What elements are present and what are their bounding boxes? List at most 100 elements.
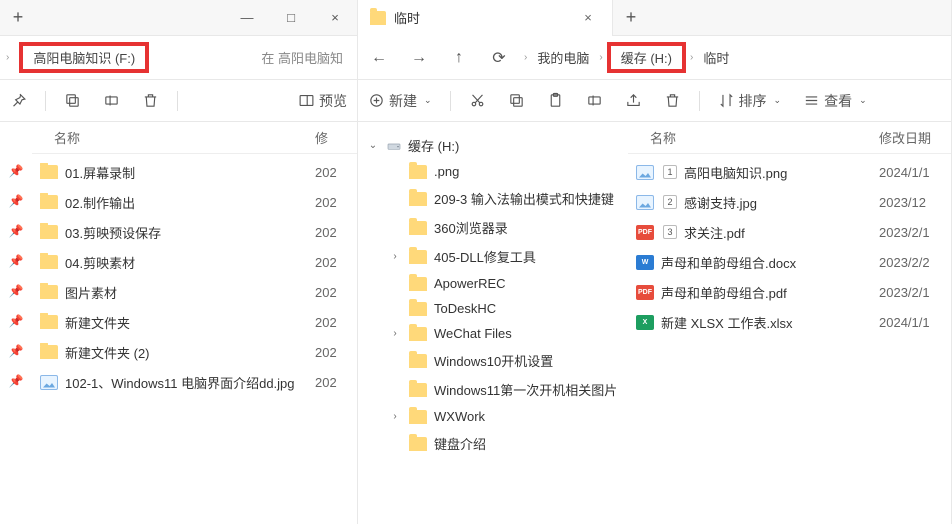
refresh-button[interactable]: ⟳ bbox=[484, 43, 514, 73]
tree-item[interactable]: 360浏览器录 bbox=[364, 213, 622, 242]
image-icon bbox=[40, 375, 58, 390]
copy-icon[interactable] bbox=[60, 92, 85, 109]
breadcrumb-folder[interactable]: 临时 bbox=[697, 45, 735, 70]
col-name[interactable]: 名称 bbox=[32, 128, 315, 147]
right-window: 临时 × + ← → ↑ ⟳ › 我的电脑 › 缓存 (H:) › 临时 新建 … bbox=[358, 0, 952, 524]
file-mod: 202 bbox=[315, 315, 357, 330]
pin-icon[interactable]: 📌 bbox=[9, 314, 24, 328]
expand-icon[interactable]: › bbox=[388, 411, 402, 422]
preview-button[interactable]: 预览 bbox=[294, 91, 351, 111]
pin-icon[interactable]: 📌 bbox=[9, 224, 24, 238]
rename-icon[interactable] bbox=[582, 92, 607, 109]
tab-close-button[interactable]: × bbox=[576, 10, 600, 25]
new-button[interactable]: 新建 ⌄ bbox=[364, 91, 436, 111]
tree-item[interactable]: › 405-DLL修复工具 bbox=[364, 242, 622, 271]
list-item[interactable]: 新建文件夹 202 bbox=[32, 307, 357, 337]
col-mod[interactable]: 修改日期 bbox=[879, 128, 951, 147]
tree-item[interactable]: 209-3 输入法输出模式和快捷键 bbox=[364, 184, 622, 213]
list-item[interactable]: 新建文件夹 (2) 202 bbox=[32, 337, 357, 367]
tree-item[interactable]: › WXWork bbox=[364, 404, 622, 429]
pin-icon[interactable]: 📌 bbox=[9, 284, 24, 298]
breadcrumb-drive[interactable]: 高阳电脑知识 (F:) bbox=[19, 42, 149, 73]
folder-icon bbox=[409, 302, 427, 316]
pin-icon[interactable]: 📌 bbox=[9, 374, 24, 388]
up-button[interactable]: ↑ bbox=[444, 43, 474, 73]
expand-icon[interactable]: › bbox=[388, 328, 402, 339]
tab[interactable]: 临时 × bbox=[358, 0, 613, 36]
tree-item-label: ApowerREC bbox=[434, 276, 506, 291]
sort-button[interactable]: 排序 ⌄ bbox=[714, 91, 786, 111]
close-button[interactable]: × bbox=[313, 0, 357, 36]
list-item[interactable]: PDF3求关注.pdf 2023/2/1 bbox=[628, 217, 951, 247]
rename-icon[interactable] bbox=[99, 92, 124, 109]
list-item[interactable]: 1高阳电脑知识.png 2024/1/1 bbox=[628, 157, 951, 187]
file-name: 图片素材 bbox=[65, 283, 117, 302]
back-button[interactable]: ← bbox=[364, 43, 394, 73]
list-item[interactable]: 04.剪映素材 202 bbox=[32, 247, 357, 277]
file-mod: 2024/1/1 bbox=[879, 165, 951, 180]
tree-item-label: Windows10开机设置 bbox=[434, 351, 553, 370]
list-item[interactable]: 02.制作输出 202 bbox=[32, 187, 357, 217]
tree-item[interactable]: .png bbox=[364, 159, 622, 184]
folder-icon bbox=[40, 195, 58, 209]
delete-icon[interactable] bbox=[660, 92, 685, 109]
paste-icon[interactable] bbox=[543, 92, 568, 109]
maximize-button[interactable]: □ bbox=[269, 0, 313, 36]
pin-icon[interactable]: 📌 bbox=[9, 344, 24, 358]
view-label: 查看 bbox=[824, 91, 852, 111]
tree-item[interactable]: › WeChat Files bbox=[364, 321, 622, 346]
list-item[interactable]: 2感谢支持.jpg 2023/12 bbox=[628, 187, 951, 217]
folder-icon bbox=[40, 285, 58, 299]
file-mod: 202 bbox=[315, 225, 357, 240]
list-item[interactable]: W声母和单韵母组合.docx 2023/2/2 bbox=[628, 247, 951, 277]
view-button[interactable]: 查看 ⌄ bbox=[799, 91, 871, 111]
pin-icon[interactable]: 📌 bbox=[9, 164, 24, 178]
num-badge: 1 bbox=[663, 165, 677, 179]
list-item[interactable]: PDF声母和单韵母组合.pdf 2023/2/1 bbox=[628, 277, 951, 307]
share-icon[interactable] bbox=[621, 92, 646, 109]
list-item[interactable]: X新建 XLSX 工作表.xlsx 2024/1/1 bbox=[628, 307, 951, 337]
tab-bar: 临时 × + bbox=[358, 0, 951, 36]
file-name: 感谢支持.jpg bbox=[684, 193, 757, 212]
file-mod: 2024/1/1 bbox=[879, 315, 951, 330]
delete-icon[interactable] bbox=[138, 92, 163, 109]
breadcrumb-computer[interactable]: 我的电脑 bbox=[531, 45, 595, 70]
tree-item[interactable]: 键盘介绍 bbox=[364, 429, 622, 458]
tree-root-label: 缓存 (H:) bbox=[408, 136, 459, 155]
tree-item[interactable]: Windows11第一次开机相关图片 bbox=[364, 375, 622, 404]
collapse-icon[interactable]: ⌄ bbox=[366, 140, 380, 151]
pin-icon[interactable]: 📌 bbox=[9, 254, 24, 268]
tree-item[interactable]: ToDeskHC bbox=[364, 296, 622, 321]
breadcrumb: 高阳电脑知识 (F:) bbox=[19, 42, 243, 73]
tree-item-label: WXWork bbox=[434, 409, 485, 424]
pin-icon[interactable]: 📌 bbox=[9, 194, 24, 208]
list-item[interactable]: 03.剪映预设保存 202 bbox=[32, 217, 357, 247]
col-name[interactable]: 名称 bbox=[628, 128, 879, 147]
copy-icon[interactable] bbox=[504, 92, 529, 109]
search-input[interactable]: 在 高阳电脑知 bbox=[253, 48, 351, 67]
tree-item[interactable]: Windows10开机设置 bbox=[364, 346, 622, 375]
cut-icon[interactable] bbox=[465, 92, 490, 109]
col-mod[interactable]: 修 bbox=[315, 128, 357, 147]
chevron-icon: › bbox=[524, 52, 527, 63]
forward-button[interactable]: → bbox=[404, 43, 434, 73]
list-item[interactable]: 图片素材 202 bbox=[32, 277, 357, 307]
tree-root[interactable]: ⌄ 缓存 (H:) bbox=[364, 132, 622, 159]
minimize-button[interactable]: — bbox=[225, 0, 269, 36]
tree-item[interactable]: ApowerREC bbox=[364, 271, 622, 296]
file-name: 04.剪映素材 bbox=[65, 253, 135, 272]
folder-icon bbox=[40, 345, 58, 359]
file-pane: 名称 修 01.屏幕录制 202 02.制作输出 202 03.剪映预设保存 2… bbox=[32, 122, 357, 524]
list-item[interactable]: 01.屏幕录制 202 bbox=[32, 157, 357, 187]
pin-icon[interactable] bbox=[6, 92, 31, 109]
breadcrumb-drive[interactable]: 缓存 (H:) bbox=[607, 42, 686, 73]
chevron-icon: › bbox=[6, 52, 9, 63]
new-tab-button[interactable]: + bbox=[613, 7, 649, 28]
chevron-icon: › bbox=[599, 52, 602, 63]
file-name: 新建文件夹 bbox=[65, 313, 130, 332]
new-tab-button[interactable]: + bbox=[0, 7, 36, 28]
tree-item-label: Windows11第一次开机相关图片 bbox=[434, 380, 617, 399]
file-mod: 202 bbox=[315, 285, 357, 300]
list-item[interactable]: 102-1、Windows11 电脑界面介绍dd.jpg 202 bbox=[32, 367, 357, 397]
expand-icon[interactable]: › bbox=[388, 251, 402, 262]
